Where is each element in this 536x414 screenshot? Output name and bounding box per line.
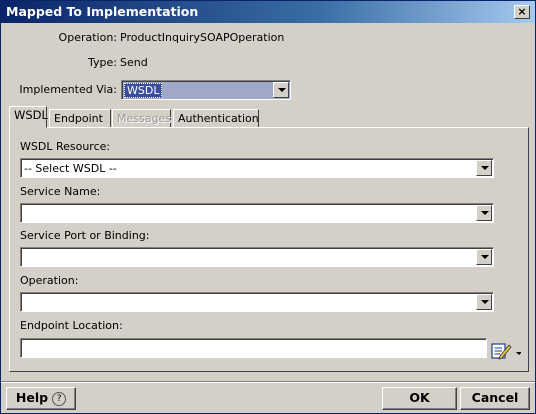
chevron-down-icon[interactable]: [476, 294, 492, 310]
close-icon: ×: [517, 5, 527, 18]
tab-wsdl[interactable]: WSDL: [9, 106, 48, 128]
wsdl-resource-label: WSDL Resource:: [20, 140, 111, 153]
tab-endpoint[interactable]: Endpoint: [49, 109, 111, 128]
implemented-via-label: Implemented Via:: [19, 83, 117, 96]
service-port-label: Service Port or Binding:: [20, 229, 150, 242]
ok-button[interactable]: OK: [382, 387, 457, 410]
chevron-down-icon[interactable]: [476, 160, 492, 176]
implemented-via-value: WSDL: [124, 83, 163, 98]
close-button[interactable]: ×: [514, 5, 530, 19]
endpoint-location-input[interactable]: [20, 338, 487, 358]
operation-info-value: ProductInquirySOAPOperation: [120, 31, 285, 44]
footer-separator: [1, 381, 535, 383]
service-name-select[interactable]: [20, 203, 494, 223]
operation-select[interactable]: [20, 292, 494, 312]
implemented-via-select[interactable]: WSDL: [121, 80, 291, 100]
endpoint-location-label: Endpoint Location:: [20, 319, 123, 332]
dialog-window: Mapped To Implementation × Operation: Pr…: [0, 0, 536, 414]
service-port-select[interactable]: [20, 247, 494, 267]
chevron-down-icon[interactable]: [273, 82, 289, 98]
cancel-button[interactable]: Cancel: [460, 387, 530, 410]
edit-pencil-icon[interactable]: [491, 341, 521, 361]
chevron-down-icon[interactable]: [476, 205, 492, 221]
wsdl-resource-value: -- Select WSDL --: [24, 162, 117, 175]
help-icon: ?: [52, 391, 67, 406]
title-bar[interactable]: Mapped To Implementation ×: [1, 1, 535, 23]
type-info-value: Send: [120, 56, 148, 69]
tab-authentication[interactable]: Authentication: [173, 109, 259, 128]
help-button[interactable]: Help?: [6, 387, 76, 410]
window-title: Mapped To Implementation: [6, 4, 199, 19]
chevron-down-icon[interactable]: [476, 249, 492, 265]
operation-info-label: Operation:: [58, 31, 117, 44]
help-button-label: Help: [15, 390, 49, 405]
tab-messages: Messages: [112, 109, 171, 128]
operation-field-label: Operation:: [20, 274, 79, 287]
type-info-label: Type:: [88, 56, 117, 69]
wsdl-resource-select[interactable]: -- Select WSDL --: [20, 158, 494, 178]
service-name-label: Service Name:: [20, 185, 101, 198]
